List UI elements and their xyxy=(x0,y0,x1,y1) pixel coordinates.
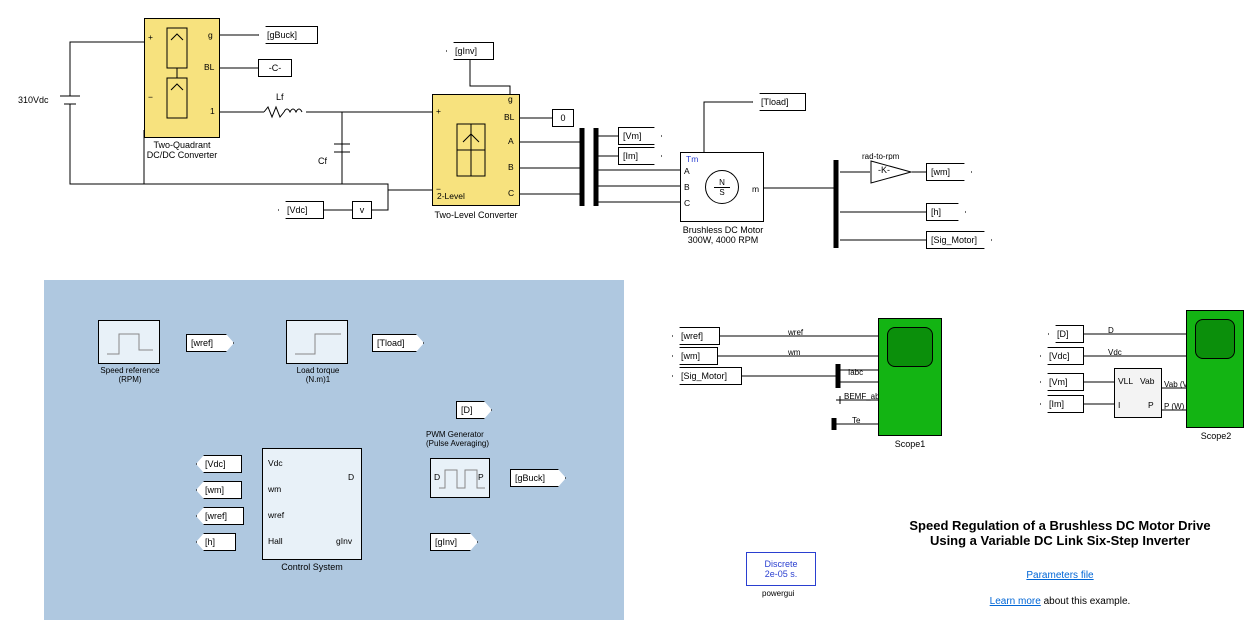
step-icon xyxy=(287,320,347,364)
const-c[interactable]: -C- xyxy=(258,59,292,77)
scope2-name: Scope2 xyxy=(1196,431,1236,441)
learn-more-link[interactable]: Learn more xyxy=(990,596,1041,607)
cf-label: Cf xyxy=(318,156,327,166)
tag-tload-from[interactable]: [Tload] xyxy=(752,93,806,111)
tag-im-scope[interactable]: [Im] xyxy=(1040,395,1084,413)
lf-label: Lf xyxy=(276,92,284,102)
motor-name: Brushless DC Motor 300W, 4000 RPM xyxy=(668,225,778,245)
load-torque-block[interactable] xyxy=(286,320,348,364)
powergui-block[interactable]: Discrete 2e-05 s. xyxy=(746,552,816,586)
tag-wref-scope[interactable]: [wref] xyxy=(672,327,720,345)
tag-h[interactable]: [h] xyxy=(926,203,966,221)
tag-wref-from[interactable]: [wref] xyxy=(196,507,244,525)
tag-sigmotor[interactable]: [Sig_Motor] xyxy=(926,231,992,249)
tag-wm[interactable]: [wm] xyxy=(926,163,972,181)
powergui-label: powergui xyxy=(762,589,794,598)
tag-gbuck-from[interactable]: [gBuck] xyxy=(258,26,318,44)
tag-sigmotor-scope[interactable]: [Sig_Motor] xyxy=(672,367,742,385)
two-level-converter-block[interactable]: 2-Level xyxy=(432,94,520,206)
gain-rad2rpm[interactable]: -K- xyxy=(870,160,912,184)
signal-icon xyxy=(99,320,159,364)
voltage-measurement[interactable]: v xyxy=(352,201,372,219)
inverter-name: Two-Level Converter xyxy=(422,210,530,220)
parameters-file-link[interactable]: Parameters file xyxy=(1026,570,1093,581)
tag-tload-goto[interactable]: [Tload] xyxy=(372,334,424,352)
tag-wm-from[interactable]: [wm] xyxy=(196,481,242,499)
load-torque-name: Load torque (N.m)1 xyxy=(284,366,352,384)
control-system-name: Control System xyxy=(272,562,352,572)
example-title: Speed Regulation of a Brushless DC Motor… xyxy=(900,518,1220,548)
dc-source-label: 310Vdc xyxy=(18,95,49,105)
tag-h-from[interactable]: [h] xyxy=(196,533,236,551)
tag-ginv-goto[interactable]: [gInv] xyxy=(430,533,478,551)
tag-wm-scope[interactable]: [wm] xyxy=(672,347,718,365)
tag-gbuck-goto[interactable]: [gBuck] xyxy=(510,469,566,487)
tag-wref-goto[interactable]: [wref] xyxy=(186,334,234,352)
speed-ref-name: Speed reference (RPM) xyxy=(88,366,172,384)
pwm-name: PWM Generator (Pulse Averaging) xyxy=(426,430,526,448)
const-zero[interactable]: 0 xyxy=(552,109,574,127)
scope1-name: Scope1 xyxy=(888,439,932,449)
bridge-icon xyxy=(433,94,519,206)
tag-ginv-from[interactable]: [gInv] xyxy=(446,42,494,60)
dcdc-name: Two-Quadrant DC/DC Converter xyxy=(136,140,228,160)
speed-reference-block[interactable] xyxy=(98,320,160,364)
about-text: about this example. xyxy=(1041,596,1131,607)
tag-vm[interactable]: [Vm] xyxy=(618,127,662,145)
motor-icon: N S xyxy=(705,170,739,204)
tag-vdc-goto[interactable]: [Vdc] xyxy=(278,201,324,219)
diagram-canvas: 310Vdc + − g BL 1 Two-Quadrant DC/DC Con… xyxy=(0,0,1256,637)
tag-vdc-scope[interactable]: [Vdc] xyxy=(1040,347,1084,365)
scope2-block[interactable] xyxy=(1186,310,1244,428)
tag-im[interactable]: [Im] xyxy=(618,147,662,165)
scope1-block[interactable] xyxy=(878,318,942,436)
tag-vdc-from[interactable]: [Vdc] xyxy=(196,455,242,473)
tag-vm-scope[interactable]: [Vm] xyxy=(1040,373,1084,391)
